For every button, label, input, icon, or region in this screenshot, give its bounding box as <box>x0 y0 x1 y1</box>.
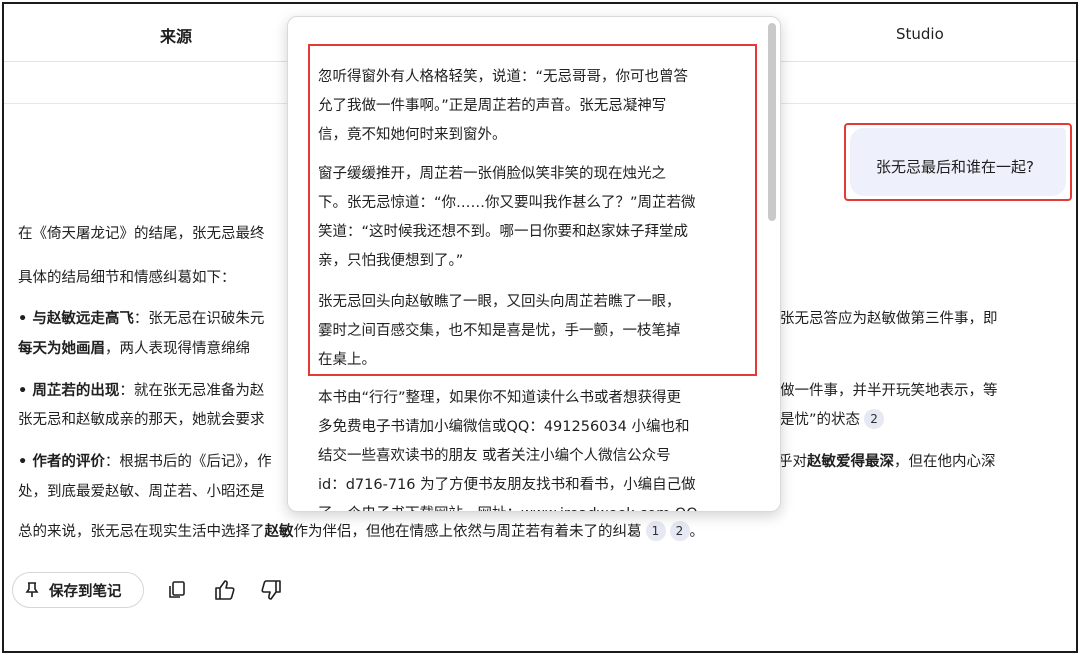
tab-sources[interactable]: 来源 <box>160 23 192 47</box>
passage-line: 了一个电子书下载网站，网址：www.ireadweek.com QQ <box>318 502 698 511</box>
bullet-author: • 作者的评价：根据书后的《后记》，作 <box>18 454 272 470</box>
bullet-zhaomin-line2: 每天为她画眉，两人表现得情意绵绵 <box>18 341 250 357</box>
passage-line: 亲，只怕我便想到了。” <box>318 253 464 269</box>
passage-line: 忽听得窗外有人格格轻笑，说道：“无忌哥哥，你可也曾答 <box>318 69 689 85</box>
bullet-zhouzhiruo: • 周芷若的出现：就在张无忌准备为赵 <box>18 383 265 399</box>
answer-subheading: 具体的结局细节和情感纠葛如下： <box>18 270 236 286</box>
passage-line: 结交一些喜欢读书的朋友 或者关注小编个人微信公众号 <box>318 448 671 464</box>
source-preview-popup[interactable]: 忽听得窗外有人格格轻笑，说道：“无忌哥哥，你可也曾答 允了我做一件事啊。”正是周… <box>287 16 781 512</box>
passage-line: 在桌上。 <box>318 352 376 368</box>
thumbs-down-button[interactable] <box>258 577 284 603</box>
passage-line: 霎时之间百感交集，也不知是喜是忧，手一颤，一枝笔掉 <box>318 323 681 339</box>
notebook-chat-window: 来源 Studio 张无忌最后和谁在一起? 在《倚天屠龙记》的结尾，张无忌最终 … <box>2 2 1078 653</box>
bullet-zhouzhiruo-line2-right: 是忧”的状态 2 <box>780 408 885 429</box>
pin-icon <box>25 582 39 597</box>
passage-line: 本书由“行行”整理，如果你不知道读什么书或者想获得更 <box>318 390 682 406</box>
citation-badge[interactable]: 1 <box>645 521 666 541</box>
copy-icon <box>169 581 185 598</box>
bullet-author-right: 乎对赵敏爱得最深，但在他内心深 <box>778 454 996 470</box>
user-message-bubble: 张无忌最后和谁在一起? <box>844 123 1072 201</box>
thumbs-up-icon <box>215 580 235 600</box>
passage-line: 允了我做一件事啊。”正是周芷若的声音。张无忌凝神写 <box>318 98 667 114</box>
passage-line: 笑道：“这时候我还想不到。哪一日你要和赵家妹子拜堂成 <box>318 224 689 240</box>
tab-studio[interactable]: Studio <box>896 25 944 43</box>
copy-button[interactable] <box>164 577 190 603</box>
passage-line: 张无忌回头向赵敏瞧了一眼，又回头向周芷若瞧了一眼， <box>318 294 681 310</box>
save-to-note-button[interactable]: 保存到笔记 <box>12 572 144 608</box>
popup-scrollbar[interactable] <box>768 23 776 221</box>
passage-line: 窗子缓缓推开，周芷若一张俏脸似笑非笑的现在烛光之 <box>318 166 666 182</box>
bullet-author-line2: 处，到底最爱赵敏、周芷若、小昭还是 <box>18 484 265 500</box>
save-to-note-label: 保存到笔记 <box>49 583 122 600</box>
answer-summary: 总的来说，张无忌在现实生活中选择了赵敏作为伴侣，但他在情感上依然与周芷若有着未了… <box>18 520 704 541</box>
user-message-text: 张无忌最后和谁在一起? <box>876 158 1034 176</box>
citation-badge[interactable]: 2 <box>669 521 690 541</box>
passage-line: 多免费电子书请加小编微信或QQ：491256034 小编也和 <box>318 419 690 435</box>
bullet-zhaomin-right: 张无忌答应为赵敏做第三件事，即 <box>780 311 998 327</box>
passage-line: 下。张无忌惊道：“你……你又要叫我作甚么了？”周芷若微 <box>318 195 696 211</box>
citation-badge[interactable]: 2 <box>864 409 885 429</box>
passage-line: id：d716-716 为了方便书友朋友找书和看书，小编自己做 <box>318 477 696 493</box>
passage-line: 信，竟不知她何时来到窗外。 <box>318 127 507 143</box>
bullet-zhouzhiruo-line2: 张无忌和赵敏成亲的那天，她就会要求 <box>18 412 265 428</box>
answer-intro: 在《倚天屠龙记》的结尾，张无忌最终 <box>18 226 265 242</box>
thumbs-down-icon <box>261 580 281 600</box>
thumbs-up-button[interactable] <box>212 577 238 603</box>
bullet-zhouzhiruo-right: 做一件事，并半开玩笑地表示，等 <box>780 383 998 399</box>
user-message-background: 张无忌最后和谁在一起? <box>850 128 1066 196</box>
bullet-zhaomin: • 与赵敏远走高飞：张无忌在识破朱元 <box>18 311 265 327</box>
